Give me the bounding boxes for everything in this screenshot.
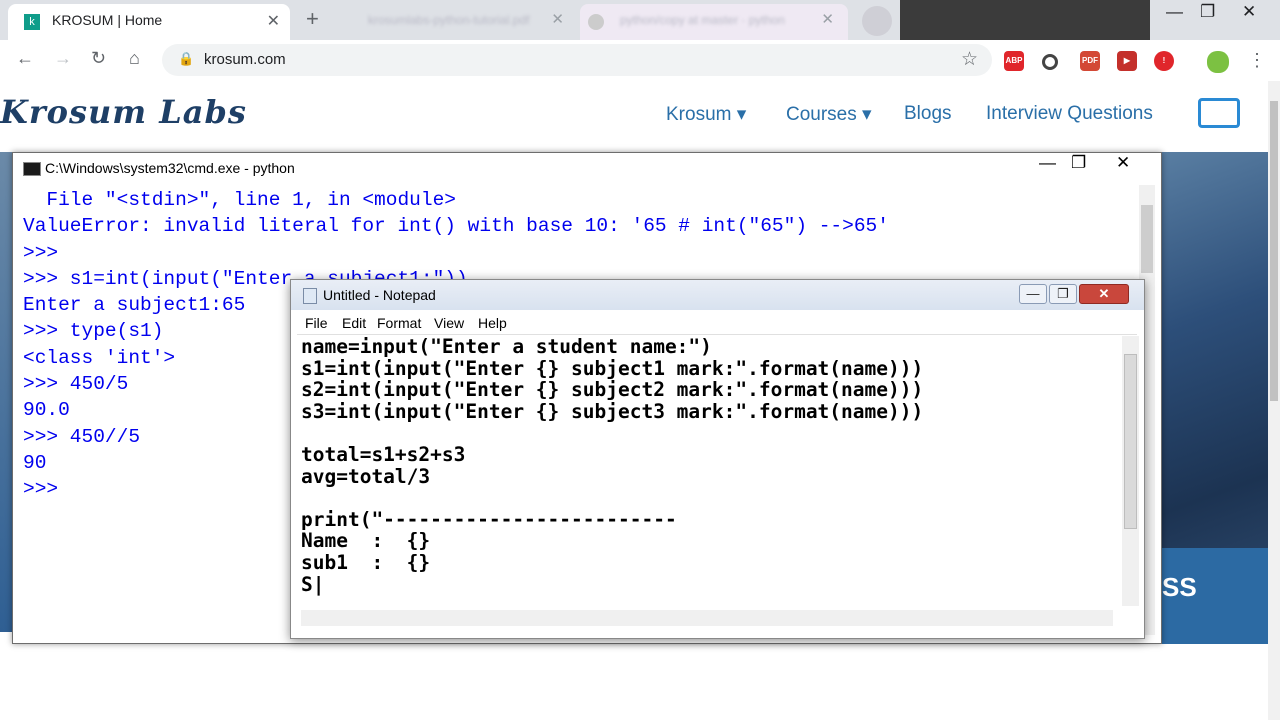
tab-title: krosumlabs-python-tutorial.pdf [368,13,530,27]
tab-title: python/copy at master · python [620,13,785,27]
notepad-window[interactable]: Untitled - Notepad — ❐ ✕ File Edit Forma… [290,279,1145,639]
text-line: Name : {} [301,529,431,553]
notepad-maximize-button[interactable]: ❐ [1049,284,1077,304]
console-line: File "<stdin>", line 1, in <module> [23,189,456,211]
notepad-titlebar[interactable]: Untitled - Notepad — ❐ ✕ [291,280,1144,310]
cmd-close-button[interactable]: ✕ [1116,153,1130,173]
menu-view[interactable]: View [434,315,464,331]
blurred-tab-area [900,0,1150,40]
tab-background-1[interactable]: krosumlabs-python-tutorial.pdf ✕ [328,4,578,40]
cmd-scrollbar-thumb[interactable] [1141,205,1153,273]
page-scrollbar[interactable] [1268,81,1280,720]
reload-icon[interactable]: ↻ [91,48,106,69]
text-line: s2=int(input("Enter {} subject2 mark:".f… [301,378,924,402]
text-line: s1=int(input("Enter {} subject1 mark:".f… [301,356,924,380]
nav-krosum[interactable]: Krosum ▾ [666,103,746,126]
nav-interview-questions[interactable]: Interview Questions [986,103,1153,125]
close-tab-icon[interactable]: ✕ [551,10,564,28]
new-tab-circle-icon[interactable] [862,6,892,36]
cmd-maximize-button[interactable]: ❐ [1071,153,1086,173]
classroom-icon[interactable] [1198,98,1240,128]
hero-caption-text: SS [1162,572,1197,602]
pdf-extension-icon[interactable]: PDF [1080,51,1100,71]
back-arrow-icon[interactable]: ← [16,48,34,69]
notepad-menubar: File Edit Format View Help [297,312,1137,335]
adblock-icon[interactable]: ABP [1004,51,1024,71]
close-tab-icon[interactable]: ✕ [267,11,280,31]
notepad-text-area[interactable]: name=input("Enter a student name:") s1=i… [301,336,1115,610]
hero-caption-bar: SS [1150,548,1268,644]
text-line: name=input("Enter a student name:") [301,335,712,358]
notepad-minimize-button[interactable]: — [1019,284,1047,304]
menu-help[interactable]: Help [478,315,507,331]
krosum-favicon-icon: k [24,14,40,30]
cmd-minimize-button[interactable]: — [1039,153,1056,173]
text-line [301,487,1115,509]
tab-krosum-home[interactable]: k KROSUM | Home ✕ [8,4,290,40]
cmd-app-icon [23,162,41,176]
tab-background-2[interactable]: python/copy at master · python ✕ [580,4,848,40]
cmd-titlebar[interactable]: C:\Windows\system32\cmd.exe - python — ❐… [13,153,1161,183]
home-icon[interactable]: ⌂ [129,48,140,69]
minimize-button[interactable]: — [1166,2,1183,22]
nav-courses[interactable]: Courses ▾ [786,103,872,126]
close-tab-icon[interactable]: ✕ [821,10,834,28]
notepad-horizontal-scrollbar[interactable] [301,610,1113,626]
krosum-labs-logo[interactable]: Krosum Labs [0,93,247,131]
github-favicon-icon [588,14,604,30]
notepad-close-button[interactable]: ✕ [1079,284,1129,304]
text-line: print("------------------------- [301,507,677,531]
notepad-scrollbar-thumb[interactable] [1124,354,1137,529]
circle-extension-icon[interactable] [1042,54,1058,70]
lock-icon: 🔒 [178,51,195,66]
shield-extension-icon[interactable]: ! [1154,51,1174,71]
text-line: s3=int(input("Enter {} subject3 mark:".f… [301,399,924,423]
address-bar[interactable]: 🔒 krosum.com ☆ [162,44,992,76]
new-tab-button[interactable]: + [306,6,319,32]
text-line: sub1 : {} [301,550,431,574]
text-line: avg=total/3 [301,464,431,488]
close-window-button[interactable]: ✕ [1242,2,1256,22]
console-line: ValueError: invalid literal for int() wi… [23,215,889,238]
menu-format[interactable]: Format [377,315,421,331]
window-controls: — ❐ ✕ [1150,0,1280,28]
video-extension-icon[interactable]: ▶ [1117,51,1137,71]
text-line: S| [301,572,325,596]
forward-arrow-icon[interactable]: → [54,48,72,69]
menu-file[interactable]: File [305,315,328,331]
tab-title: KROSUM | Home [52,12,163,28]
profile-avatar-icon[interactable] [1207,51,1229,73]
text-line [301,422,1115,444]
chrome-menu-icon[interactable]: ⋮ [1248,50,1266,71]
cmd-title: C:\Windows\system32\cmd.exe - python [45,160,295,176]
bookmark-star-icon[interactable]: ☆ [961,48,978,71]
notepad-vertical-scrollbar[interactable] [1122,336,1139,606]
text-line: total=s1+s2+s3 [301,442,466,466]
url-text: krosum.com [204,51,286,68]
nav-blogs[interactable]: Blogs [904,103,952,125]
menu-edit[interactable]: Edit [342,315,366,331]
restore-button[interactable]: ❐ [1200,2,1215,22]
notepad-title: Untitled - Notepad [323,287,436,303]
notepad-app-icon [303,288,317,304]
console-line: >>> [23,241,59,264]
page-scrollbar-thumb[interactable] [1270,101,1278,401]
